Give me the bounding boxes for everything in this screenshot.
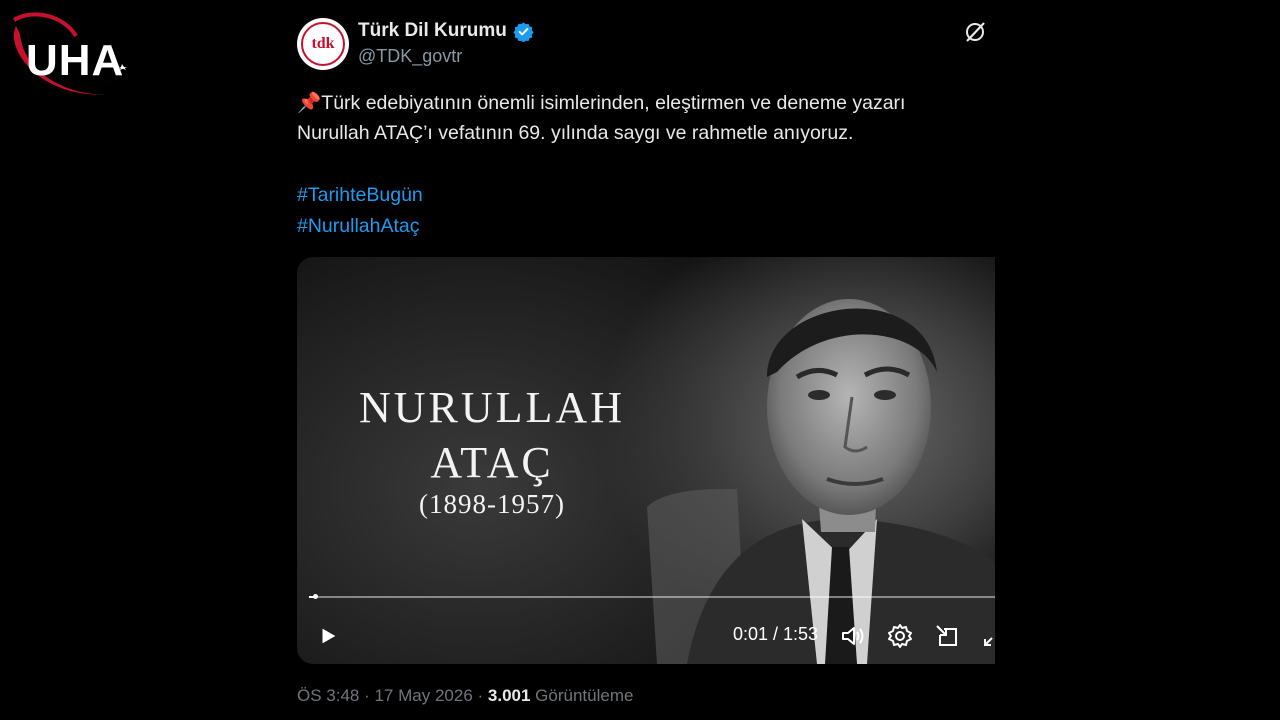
hashtag-link[interactable]: #NurullahAtaç	[297, 211, 423, 242]
video-progress-bar[interactable]	[309, 594, 995, 599]
verified-badge-icon	[513, 21, 534, 42]
tweet-meta: ÖS 3:48 · 17 May 2026 · 3.001 Görüntülem…	[297, 686, 633, 706]
views-count: 3.001	[487, 686, 531, 705]
video-title-years: (1898-1957)	[419, 489, 565, 519]
tdk-logo-icon: tdk	[301, 22, 345, 66]
author-name[interactable]: Türk Dil Kurumu	[358, 20, 507, 42]
video-controls: 0:01 / 1:53	[297, 617, 995, 653]
tweet-timestamp[interactable]: ÖS 3:48 · 17 May 2026 ·	[297, 686, 483, 705]
author-row: Türk Dil Kurumu	[358, 20, 534, 42]
tweet-text-line2: Nurullah ATAÇ’ı vefatının 69. yılında sa…	[297, 122, 854, 144]
avatar[interactable]: tdk	[297, 18, 349, 70]
tweet-text-line1: Türk edebiyatının önemli isimlerinden, e…	[321, 92, 906, 114]
volume-icon[interactable]	[840, 623, 866, 649]
hashtag-link[interactable]: #TarihteBugün	[297, 180, 423, 211]
tweet: tdk Türk Dil Kurumu @TDK_govtr 📌Türk ede…	[292, 0, 995, 720]
portrait-image	[647, 299, 995, 664]
picture-in-picture-icon[interactable]	[934, 623, 960, 649]
fullscreen-icon[interactable]	[981, 623, 995, 649]
channel-logo: UHA	[4, 6, 144, 102]
play-icon[interactable]	[317, 625, 339, 647]
video-player[interactable]: NURULLAH ATAÇ (1898-1957) 0:01 / 1:53	[297, 257, 995, 664]
hashtags: #TarihteBugün #NurullahAtaç	[297, 180, 423, 242]
logo-text: UHA	[26, 36, 125, 85]
tweet-text: 📌Türk edebiyatının önemli isimlerinden, …	[297, 88, 995, 148]
settings-gear-icon[interactable]	[887, 623, 913, 649]
video-title-overlay: NURULLAH ATAÇ (1898-1957)	[352, 382, 632, 520]
author-handle[interactable]: @TDK_govtr	[358, 46, 462, 67]
grok-icon[interactable]	[963, 20, 987, 44]
views-label: Görüntüleme	[535, 686, 634, 705]
video-time: 0:01 / 1:53	[733, 624, 819, 644]
video-title-surname: ATAÇ	[430, 438, 554, 487]
video-title-name: NURULLAH	[359, 383, 625, 432]
pin-icon: 📌	[297, 92, 322, 114]
video-progress-handle[interactable]	[313, 594, 319, 599]
